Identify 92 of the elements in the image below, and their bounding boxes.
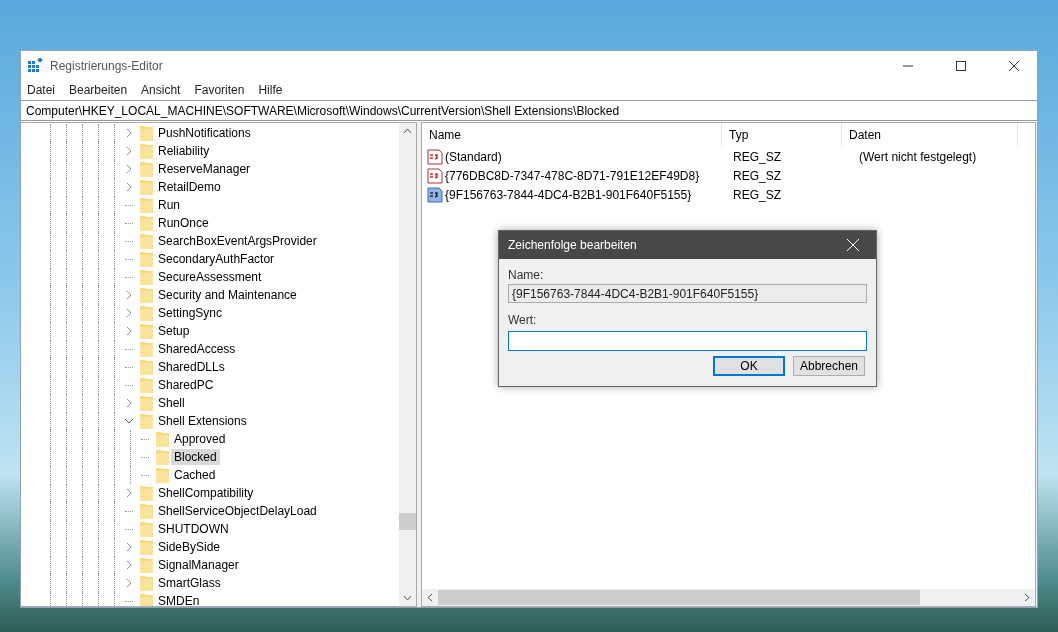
folder-icon [140, 341, 153, 357]
string-value-icon [427, 148, 443, 165]
scroll-thumb[interactable] [438, 590, 920, 605]
folder-icon [140, 161, 153, 177]
folder-icon [140, 557, 153, 573]
folder-icon [140, 233, 153, 249]
tree-item[interactable]: RetailDemo [155, 179, 224, 195]
folder-icon [156, 431, 169, 447]
window-title: Registrierungs-Editor [50, 58, 164, 73]
table-cell: REG_SZ [733, 149, 781, 164]
column-header[interactable]: Daten [842, 123, 1018, 147]
folder-icon [140, 593, 153, 606]
registry-editor-icon [28, 58, 43, 73]
folder-icon [140, 395, 153, 411]
tree-item[interactable]: Blocked [171, 449, 220, 465]
close-icon [847, 239, 859, 251]
folder-icon [140, 143, 153, 159]
chevron-down-icon[interactable] [124, 418, 134, 424]
name-field[interactable]: {9F156763-7844-4DC4-B2B1-901F640F5155} [508, 284, 867, 303]
tree-item[interactable]: SearchBoxEventArgsProvider [155, 233, 320, 249]
tree-item[interactable]: Cached [171, 467, 219, 483]
tree-item[interactable]: Reliability [155, 143, 213, 159]
tree-item[interactable]: SharedPC [155, 377, 217, 393]
tree-item[interactable]: ReserveManager [155, 161, 254, 177]
menu-item[interactable]: Hilfe [258, 83, 283, 97]
tree-item[interactable]: ShellCompatibility [155, 485, 257, 501]
folder-icon [140, 377, 153, 393]
table-cell[interactable]: {776DBC8D-7347-478C-8D71-791E12EF49D8} [445, 168, 700, 183]
tree-item[interactable]: PushNotifications [155, 125, 254, 141]
menu-item[interactable]: Ansicht [141, 83, 181, 97]
vertical-scrollbar[interactable] [399, 123, 416, 606]
horizontal-scrollbar[interactable] [422, 589, 1035, 606]
close-icon [1009, 60, 1019, 71]
folder-icon [140, 287, 153, 303]
folder-icon [140, 269, 153, 285]
folder-icon [140, 485, 153, 501]
tree-item[interactable]: Security and Maintenance [155, 287, 300, 303]
tree-item[interactable]: SHUTDOWN [155, 521, 232, 537]
folder-icon [140, 125, 153, 141]
scroll-thumb[interactable] [399, 513, 416, 530]
tree-item[interactable]: SettingSync [155, 305, 226, 321]
table-cell: (Wert nicht festgelegt) [859, 149, 977, 164]
tree-item[interactable]: Shell Extensions [155, 413, 250, 429]
folder-icon [140, 521, 153, 537]
dialog-title: Zeichenfolge bearbeiten [508, 238, 638, 252]
folder-icon [140, 539, 153, 555]
maximize-icon [956, 60, 966, 71]
tree-item[interactable]: Approved [171, 431, 229, 447]
tree-item[interactable]: SMDEn [155, 593, 203, 606]
tree-item[interactable]: Run [155, 197, 183, 213]
tree-item[interactable]: Shell [155, 395, 188, 411]
dialog-button[interactable]: Abbrechen [793, 356, 865, 376]
folder-icon [140, 359, 153, 375]
column-header[interactable]: Name [422, 123, 722, 147]
field-label: Wert: [508, 313, 538, 327]
folder-icon [156, 449, 169, 465]
folder-icon [140, 323, 153, 339]
menu-item[interactable]: Datei [27, 83, 55, 97]
table-cell[interactable]: (Standard) [445, 149, 502, 164]
tree-item[interactable]: SharedAccess [155, 341, 239, 357]
menu-item[interactable]: Favoriten [194, 83, 245, 97]
folder-icon [140, 197, 153, 213]
table-cell[interactable]: {9F156763-7844-4DC4-B2B1-901F640F5155} [445, 187, 692, 202]
folder-icon [140, 503, 153, 519]
tree-item[interactable]: SharedDLLs [155, 359, 228, 375]
folder-icon [140, 305, 153, 321]
tree-item[interactable]: ShellServiceObjectDelayLoad [155, 503, 320, 519]
tree-item[interactable]: SecondaryAuthFactor [155, 251, 278, 267]
chevron-right-icon[interactable] [126, 488, 132, 498]
folder-icon [140, 413, 153, 429]
dialog-button[interactable]: OK [713, 356, 785, 376]
string-value-icon [427, 167, 443, 184]
column-header[interactable]: Typ [722, 123, 842, 147]
chevron-right-icon[interactable] [126, 398, 132, 408]
folder-icon [140, 575, 153, 591]
tree-item[interactable]: SideBySide [155, 539, 224, 555]
tree-item[interactable]: RunOnce [155, 215, 212, 231]
folder-icon [140, 179, 153, 195]
tree-item[interactable]: Setup [155, 323, 193, 339]
table-cell: REG_SZ [733, 187, 781, 202]
tree-item[interactable]: SecureAssessment [155, 269, 265, 285]
menu-item[interactable]: Bearbeiten [69, 83, 128, 97]
field-label: Name: [508, 268, 545, 282]
table-cell: REG_SZ [733, 168, 781, 183]
folder-icon [156, 467, 169, 483]
folder-icon [140, 215, 153, 231]
tree-item[interactable]: SignalManager [155, 557, 242, 573]
folder-icon [140, 251, 153, 267]
value-input-field[interactable] [508, 331, 867, 351]
tree-item[interactable]: SmartGlass [155, 575, 224, 591]
address-bar[interactable]: Computer\HKEY_LOCAL_MACHINE\SOFTWARE\Microsoft\Windows\CurrentVersion\Shell Extensions\Blocked [21, 100, 1037, 121]
string-value-icon [427, 186, 443, 203]
